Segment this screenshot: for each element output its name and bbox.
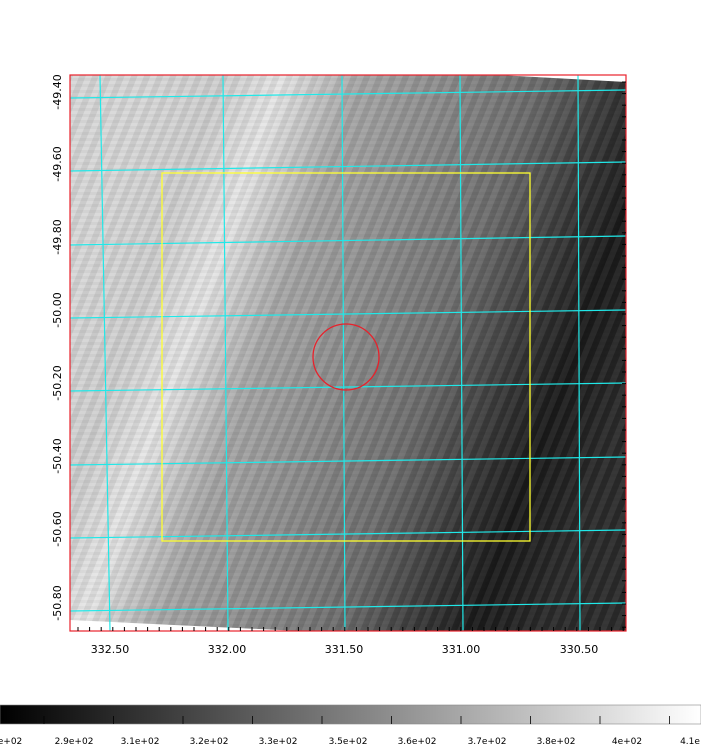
x-axis-label: 330.50 [560, 643, 599, 656]
colorbar-label: 3.1e+02 [121, 737, 160, 747]
y-axis-label: -49.80 [51, 219, 64, 254]
sky-image-viewer: 332.50 332.00 331.50 331.00 330.50 -49.40-49… [0, 74, 701, 747]
y-axis-label: -50.40 [51, 438, 64, 473]
colorbar-label: 3.6e+02 [398, 737, 437, 747]
colorbar: e+02 2.9e+02 3.1e+02 3.2e+02 3.3e+02 3.5e+02 3… [0, 704, 701, 747]
y-axis-label: -49.60 [51, 146, 64, 181]
x-axis-label: 332.00 [208, 643, 247, 656]
colorbar-label: 3.7e+02 [468, 737, 507, 747]
colorbar-label: 2.9e+02 [55, 737, 94, 747]
y-axis-label: -50.60 [51, 511, 64, 546]
colorbar-label: 3.5e+02 [329, 737, 368, 747]
x-axis-label: 331.50 [325, 643, 364, 656]
colorbar-label: 3.2e+02 [190, 737, 229, 747]
colorbar-label: 4e+02 [612, 737, 642, 747]
y-axis-label: -50.20 [51, 365, 64, 400]
x-axis-labels: 332.50 332.00 331.50 331.00 330.50 [91, 643, 599, 656]
y-axis-label: -50.80 [51, 585, 64, 620]
y-axis-label: -49.40 [51, 74, 64, 109]
colorbar-label: 4.1e [680, 737, 700, 747]
x-axis-label: 332.50 [91, 643, 130, 656]
y-axis-label: -50.00 [51, 292, 64, 327]
colorbar-label: e+02 [0, 737, 22, 747]
sky-image [70, 75, 626, 631]
y-axis-labels: -49.40 -49.60 -49.80 -50.00 -50.20 -50.40 -50.… [51, 74, 64, 620]
colorbar-label: 3.3e+02 [259, 737, 298, 747]
colorbar-label: 3.8e+02 [537, 737, 576, 747]
x-axis-label: 331.00 [442, 643, 481, 656]
